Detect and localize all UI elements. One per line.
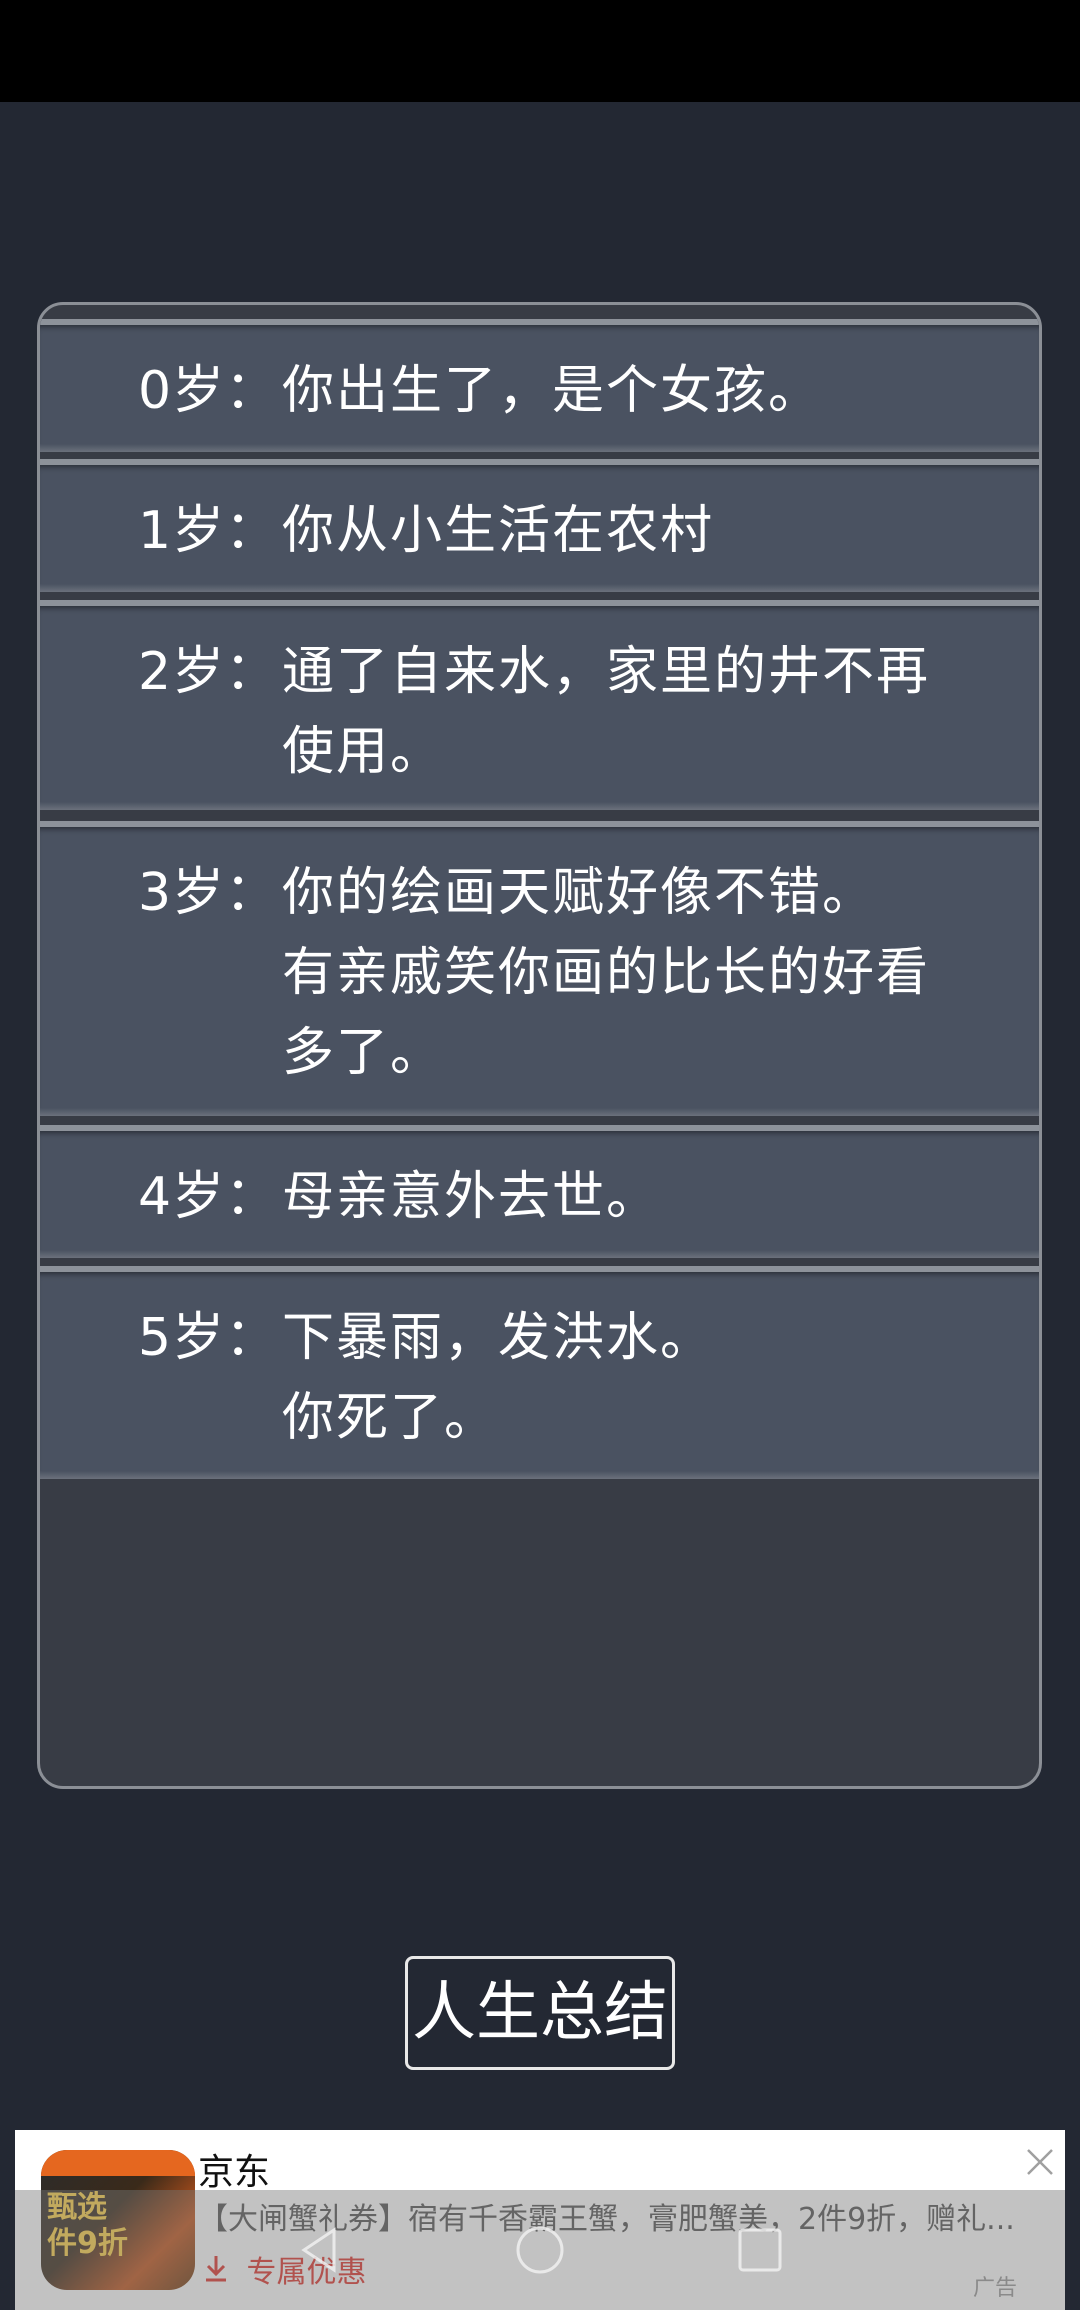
- life-event-row: 2岁： 通了自来水，家里的井不再 使用。: [40, 600, 1039, 810]
- event-text: 下暴雨，发洪水。 你死了。: [282, 1298, 1002, 1458]
- event-age-label: 3岁：: [138, 863, 279, 923]
- back-triangle-icon[interactable]: [290, 2220, 350, 2280]
- event-text-line: 使用。: [282, 722, 445, 782]
- ad-thumbnail-strip: [41, 2150, 195, 2176]
- close-icon[interactable]: [1020, 2142, 1060, 2182]
- life-event-row: 3岁： 你的绘画天赋好像不错。 有亲戚笑你画的比长的好看 多了。: [40, 821, 1039, 1116]
- life-events-panel: 0岁： 你出生了，是个女孩。 1岁： 你从小生活在农村 2岁： 通了自来水，家里…: [37, 302, 1042, 1789]
- event-text: 你的绘画天赋好像不错。 有亲戚笑你画的比长的好看 多了。: [282, 853, 1002, 1093]
- event-text-line: 通了自来水，家里的井不再: [282, 642, 931, 702]
- life-event-row: 0岁： 你出生了，是个女孩。: [40, 319, 1039, 452]
- recents-square-icon[interactable]: [730, 2220, 790, 2280]
- home-circle-icon[interactable]: [510, 2220, 570, 2280]
- life-event-row: 1岁： 你从小生活在农村: [40, 459, 1039, 592]
- event-age-label: 1岁：: [138, 501, 279, 561]
- life-summary-button[interactable]: 人生总结: [405, 1956, 675, 2070]
- event-text-line: 你从小生活在农村: [282, 501, 715, 561]
- event-text: 通了自来水，家里的井不再 使用。: [282, 632, 1002, 792]
- event-text: 母亲意外去世。: [282, 1157, 1002, 1237]
- event-text-line: 你死了。: [282, 1388, 499, 1448]
- event-age-label: 5岁：: [138, 1308, 279, 1368]
- event-text: 你从小生活在农村: [282, 491, 1002, 571]
- event-age-label: 0岁：: [138, 361, 279, 421]
- status-bar: [0, 0, 1080, 102]
- life-event-row: 4岁： 母亲意外去世。: [40, 1125, 1039, 1258]
- event-text-line: 你出生了，是个女孩。: [282, 361, 823, 421]
- event-text-line: 多了。: [282, 1023, 445, 1083]
- navigation-bar: [15, 2190, 1065, 2310]
- event-text-line: 你的绘画天赋好像不错。: [282, 863, 877, 923]
- event-age-label: 2岁：: [138, 642, 279, 702]
- event-text-line: 母亲意外去世。: [282, 1167, 661, 1227]
- life-event-row: 5岁： 下暴雨，发洪水。 你死了。: [40, 1266, 1039, 1479]
- event-text: 你出生了，是个女孩。: [282, 351, 1002, 431]
- event-text-line: 有亲戚笑你画的比长的好看: [282, 943, 931, 1003]
- event-age-label: 4岁：: [138, 1167, 279, 1227]
- event-text-line: 下暴雨，发洪水。: [282, 1308, 715, 1368]
